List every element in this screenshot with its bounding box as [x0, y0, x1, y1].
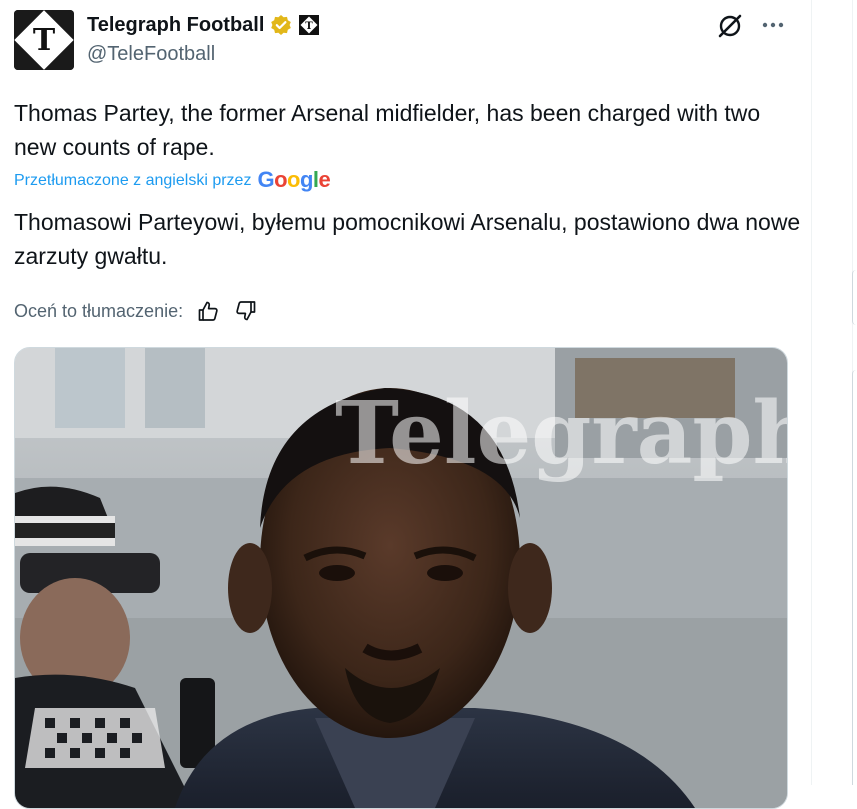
translation-attribution[interactable]: Przetłumaczone z angielski przez Google: [14, 167, 331, 192]
timeline-right-border: [811, 0, 812, 785]
author-name[interactable]: Telegraph Football: [87, 14, 264, 37]
translated-label[interactable]: Przetłumaczone z angielski przez: [14, 172, 251, 190]
google-logo: Google: [257, 167, 331, 192]
more-icon[interactable]: [760, 12, 786, 38]
tweet-text: Thomas Partey, the former Arsenal midfie…: [14, 100, 761, 160]
rate-translation-label: Oceń to tłumaczenie:: [14, 300, 184, 321]
avatar[interactable]: T: [14, 10, 74, 70]
thumbs-down-icon[interactable]: [235, 300, 257, 322]
svg-text:T: T: [306, 21, 314, 32]
thumbs-up-icon[interactable]: [197, 300, 219, 322]
photo-image: Telegraph: [15, 348, 787, 808]
verified-badge-icon[interactable]: [270, 14, 292, 36]
tweet-photo[interactable]: Telegraph: [14, 347, 788, 809]
author-handle[interactable]: @TeleFootball: [87, 43, 215, 66]
telegraph-watermark: Telegraph: [335, 383, 787, 484]
sidebar-card-edge: [852, 270, 856, 325]
translation-text: Thomasowi Parteyowi, byłemu pomocnikowi …: [14, 209, 801, 269]
rate-translation-row: Oceń to tłumaczenie:: [14, 298, 257, 324]
sidebar-edge: [852, 0, 857, 785]
telegraph-affiliate-icon[interactable]: T: [298, 14, 320, 36]
grok-icon[interactable]: [716, 12, 744, 40]
svg-text:T: T: [33, 23, 56, 58]
telegraph-logo-icon: T: [14, 10, 74, 70]
sidebar-card-edge: [852, 370, 856, 785]
author-name-row[interactable]: Telegraph Football T: [87, 12, 320, 38]
